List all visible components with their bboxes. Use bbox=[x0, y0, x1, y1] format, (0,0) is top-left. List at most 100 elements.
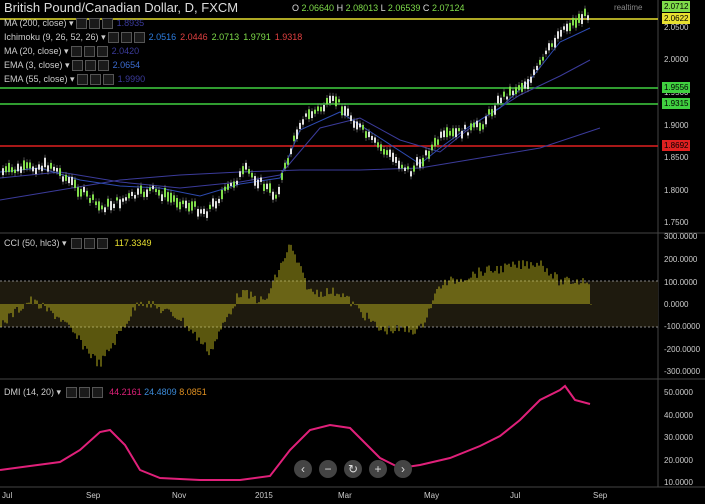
candle-body bbox=[185, 200, 187, 209]
price-level-tag: 1.8692 bbox=[662, 140, 691, 151]
eye-icon[interactable] bbox=[78, 387, 90, 399]
indicator-label[interactable]: EMA (3, close) bbox=[4, 60, 63, 70]
candle-body bbox=[50, 162, 52, 169]
candle-body bbox=[323, 104, 325, 112]
candle-body bbox=[437, 139, 439, 145]
candle-body bbox=[158, 189, 160, 196]
candle-body bbox=[143, 191, 145, 198]
candle-body bbox=[281, 172, 283, 180]
eye-icon[interactable] bbox=[84, 238, 96, 250]
candle-body bbox=[518, 85, 520, 91]
reset-button[interactable]: ↻ bbox=[344, 460, 362, 478]
candle-body bbox=[413, 165, 415, 172]
candle-body bbox=[584, 8, 586, 17]
price-level-tag: 2.0712 bbox=[662, 1, 691, 12]
candle-body bbox=[560, 29, 562, 37]
eye-icon[interactable] bbox=[84, 60, 96, 72]
candle-body bbox=[473, 122, 475, 128]
indicator-label[interactable]: EMA (55, close) bbox=[4, 74, 68, 84]
candle-body bbox=[227, 183, 229, 190]
indicator-value: 1.8935 bbox=[116, 18, 145, 28]
candle-body bbox=[356, 121, 358, 130]
candle-body bbox=[92, 194, 94, 200]
candle-body bbox=[77, 187, 79, 197]
candle-body bbox=[521, 82, 523, 92]
price-level-tag: 2.0622 bbox=[662, 13, 691, 24]
candle-body bbox=[383, 149, 385, 155]
candle-body bbox=[41, 165, 43, 172]
eye-icon[interactable] bbox=[88, 18, 100, 30]
candle-body bbox=[308, 109, 310, 120]
candle-body bbox=[341, 106, 343, 116]
cci-tick: -200.0000 bbox=[664, 345, 701, 354]
candle-body bbox=[149, 187, 151, 192]
candle-body bbox=[245, 162, 247, 170]
candle-body bbox=[86, 190, 88, 197]
candle-body bbox=[392, 152, 394, 162]
candle-body bbox=[230, 182, 232, 186]
indicator-row: MA (20, close) ▾ 2.0420 bbox=[4, 46, 140, 58]
settings-icon[interactable] bbox=[71, 60, 83, 72]
scroll-left-button[interactable]: ‹ bbox=[294, 460, 312, 478]
close-icon[interactable] bbox=[102, 74, 114, 86]
candle-body bbox=[353, 120, 355, 128]
candle-body bbox=[422, 157, 424, 167]
candle-body bbox=[104, 207, 106, 213]
candle-body bbox=[98, 201, 100, 211]
settings-icon[interactable] bbox=[71, 238, 83, 250]
close-icon[interactable] bbox=[91, 387, 103, 399]
candle-body bbox=[179, 201, 181, 210]
time-tick: Mar bbox=[338, 491, 352, 500]
indicator-label[interactable]: MA (200, close) bbox=[4, 18, 67, 28]
settings-icon[interactable] bbox=[107, 32, 119, 44]
candle-body bbox=[191, 201, 193, 211]
candle-body bbox=[251, 172, 253, 178]
candle-body bbox=[20, 166, 22, 173]
price-level-tag: 1.9315 bbox=[662, 98, 691, 109]
indicator-label[interactable]: Ichimoku (9, 26, 52, 26) bbox=[4, 32, 99, 42]
settings-icon[interactable] bbox=[75, 18, 87, 30]
settings-icon[interactable] bbox=[70, 46, 82, 58]
close-icon[interactable] bbox=[96, 46, 108, 58]
dmi-label[interactable]: DMI (14, 20) bbox=[4, 387, 54, 397]
indicator-row: MA (200, close) ▾ 1.8935 bbox=[4, 18, 145, 30]
indicator-value: 1.9791 bbox=[243, 32, 271, 42]
candle-body bbox=[5, 166, 7, 173]
candle-body bbox=[350, 115, 352, 121]
candle-body bbox=[152, 185, 154, 190]
candle-body bbox=[137, 188, 139, 195]
candle-body bbox=[548, 43, 550, 51]
settings-icon[interactable] bbox=[65, 387, 77, 399]
candle-body bbox=[110, 201, 112, 211]
candle-body bbox=[131, 191, 133, 197]
eye-icon[interactable] bbox=[120, 32, 132, 44]
candle-body bbox=[239, 171, 241, 177]
candle-body bbox=[578, 13, 580, 23]
close-icon[interactable] bbox=[97, 238, 109, 250]
time-tick: Nov bbox=[172, 491, 187, 500]
candle-body bbox=[488, 109, 490, 115]
zoom-out-button[interactable]: − bbox=[319, 460, 337, 478]
candle-body bbox=[440, 131, 442, 138]
close-icon[interactable] bbox=[101, 18, 113, 30]
zoom-in-button[interactable]: + bbox=[369, 460, 387, 478]
candle-body bbox=[53, 166, 55, 171]
eye-icon[interactable] bbox=[89, 74, 101, 86]
close-icon[interactable] bbox=[133, 32, 145, 44]
cci-tick: 100.0000 bbox=[664, 278, 698, 287]
candle-body bbox=[29, 162, 31, 169]
candle-body bbox=[410, 171, 412, 177]
price-tick: 1.9000 bbox=[664, 121, 689, 130]
settings-icon[interactable] bbox=[76, 74, 88, 86]
candle-body bbox=[248, 169, 250, 174]
candle-body bbox=[485, 116, 487, 125]
scroll-right-button[interactable]: › bbox=[394, 460, 412, 478]
price-tick: 1.8000 bbox=[664, 186, 689, 195]
candle-body bbox=[431, 144, 433, 151]
close-icon[interactable] bbox=[97, 60, 109, 72]
candle-body bbox=[569, 22, 571, 31]
eye-icon[interactable] bbox=[83, 46, 95, 58]
indicator-label[interactable]: MA (20, close) bbox=[4, 46, 62, 56]
cci-label[interactable]: CCI (50, hlc3) bbox=[4, 238, 60, 248]
candle-body bbox=[221, 189, 223, 200]
